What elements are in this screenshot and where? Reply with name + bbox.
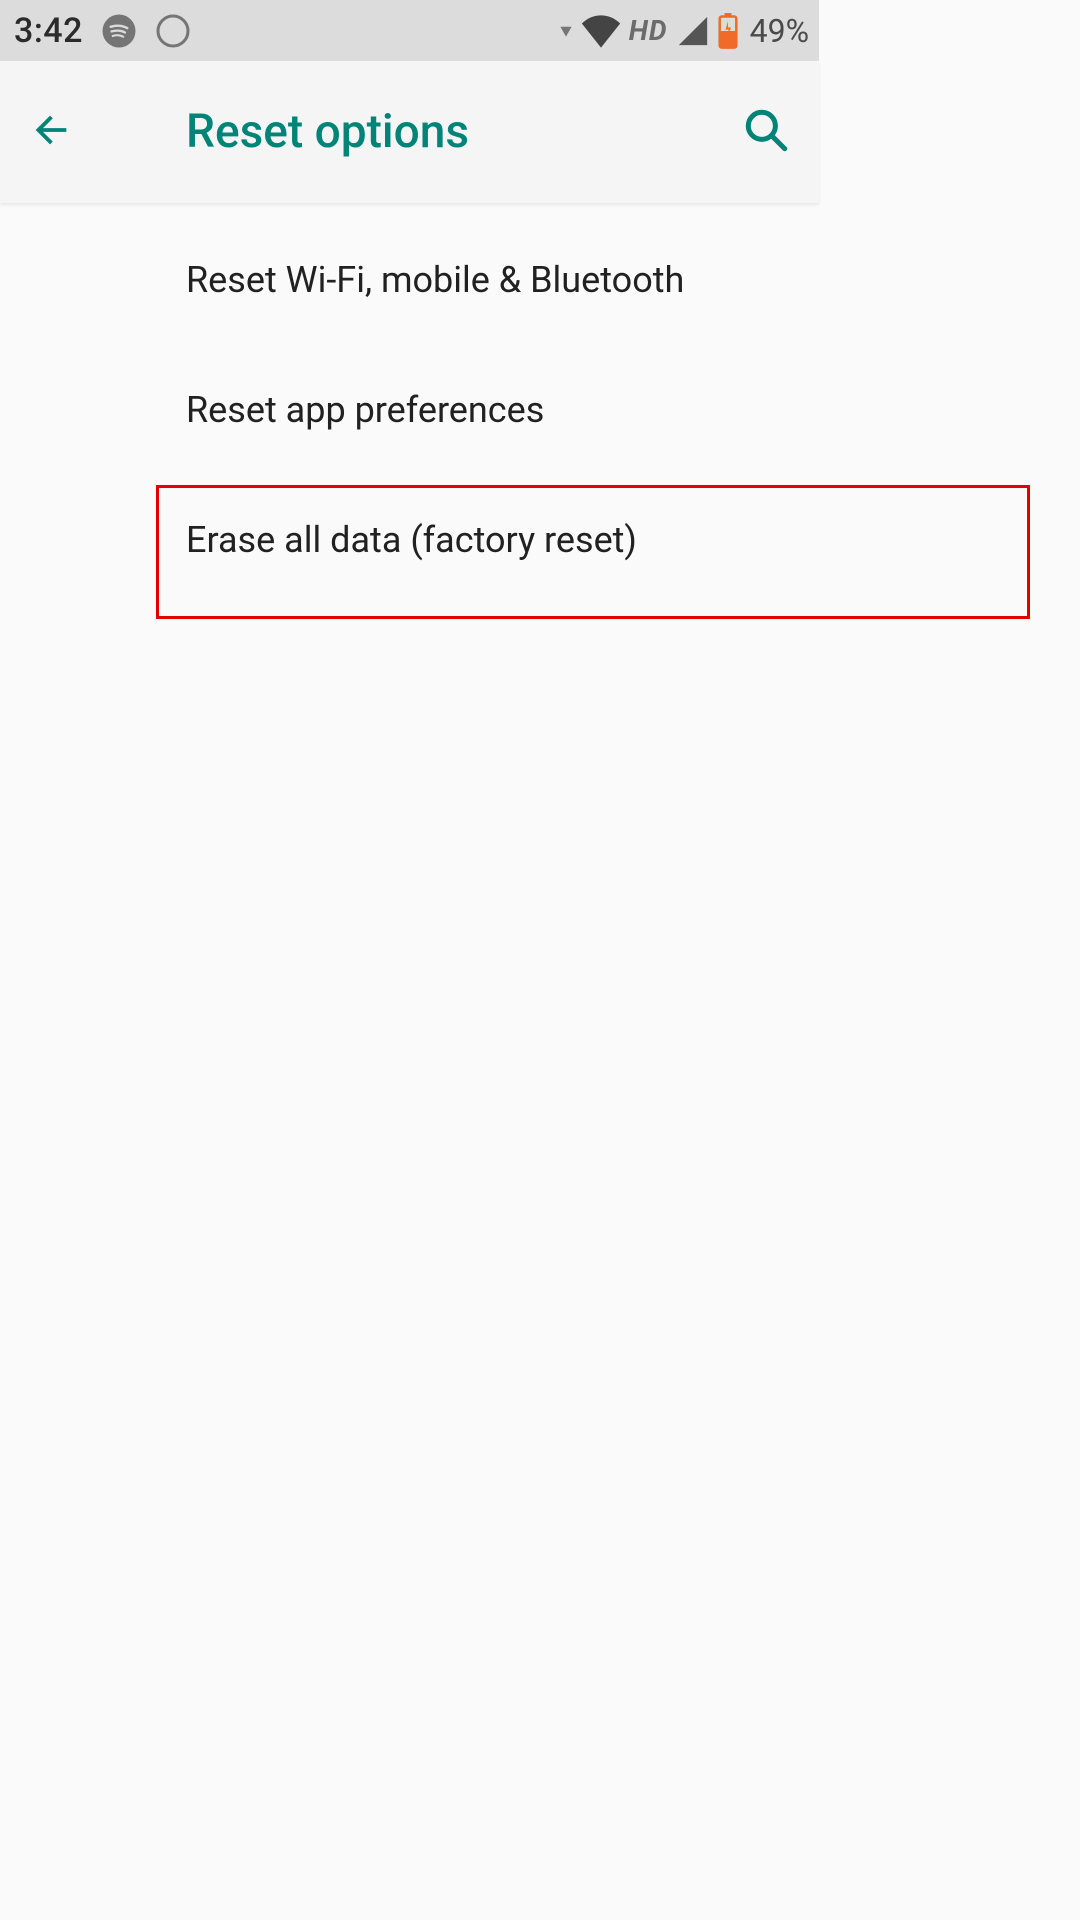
appbar: Reset options <box>0 61 819 203</box>
option-label: Reset Wi-Fi, mobile & Bluetooth <box>186 259 684 301</box>
option-label: Erase all data (factory reset) <box>186 519 637 561</box>
option-label: Reset app preferences <box>186 389 544 431</box>
cellular-signal-icon <box>676 14 710 48</box>
spotify-icon <box>101 13 137 49</box>
small-triangle-down-icon <box>559 24 573 38</box>
search-icon <box>741 140 791 159</box>
status-left-group: 3:42 <box>14 11 191 51</box>
wifi-icon <box>581 14 621 48</box>
page-title: Reset options <box>186 105 469 159</box>
arrow-back-icon <box>28 107 74 157</box>
circle-outline-icon <box>155 13 191 49</box>
search-button[interactable] <box>741 105 791 159</box>
hd-indicator: HD <box>629 14 668 47</box>
status-time: 3:42 <box>14 11 83 51</box>
battery-icon <box>718 13 738 49</box>
status-right-group: HD 49% <box>559 12 809 50</box>
back-button[interactable] <box>28 107 116 157</box>
battery-percentage: 49% <box>750 12 809 50</box>
option-erase-all-data[interactable]: Erase all data (factory reset) <box>0 475 819 605</box>
option-reset-network[interactable]: Reset Wi-Fi, mobile & Bluetooth <box>0 215 819 345</box>
status-bar: 3:42 HD 49% <box>0 0 819 61</box>
options-list: Reset Wi-Fi, mobile & Bluetooth Reset ap… <box>0 203 819 605</box>
option-reset-app-preferences[interactable]: Reset app preferences <box>0 345 819 475</box>
